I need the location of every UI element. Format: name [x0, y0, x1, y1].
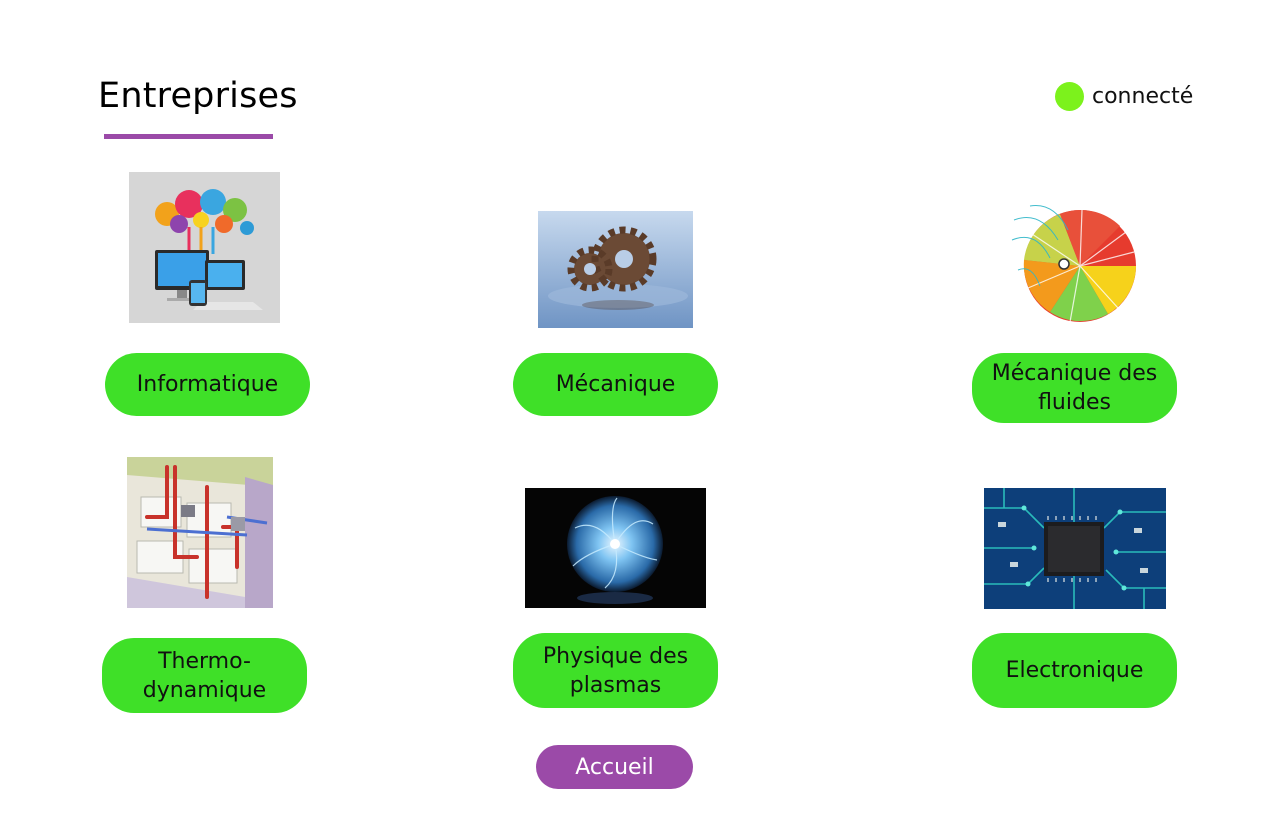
status-dot-icon	[1055, 82, 1084, 111]
category-electronique-button[interactable]: Electronique	[972, 633, 1177, 708]
building-heating-ducts-image	[127, 457, 273, 608]
category-informatique-button[interactable]: Informatique	[105, 353, 310, 416]
gears-image	[538, 211, 693, 328]
category-mecanique-button[interactable]: Mécanique	[513, 353, 718, 416]
plasma-ball-image	[525, 488, 706, 608]
title-underline	[104, 134, 273, 139]
page-title: Entreprises	[98, 76, 298, 116]
fluid-turbine-simulation-image	[1010, 200, 1137, 327]
computer-devices-cloud-image	[129, 172, 280, 323]
home-button[interactable]: Accueil	[536, 745, 693, 789]
connection-status: connecté	[1055, 82, 1193, 111]
circuit-board-chip-image	[984, 488, 1166, 609]
category-mecanique-des-fluides-button[interactable]: Mécanique des fluides	[972, 353, 1177, 423]
category-physique-des-plasmas-button[interactable]: Physique des plasmas	[513, 633, 718, 708]
category-thermodynamique-button[interactable]: Thermo- dynamique	[102, 638, 307, 713]
status-text: connecté	[1092, 84, 1194, 109]
